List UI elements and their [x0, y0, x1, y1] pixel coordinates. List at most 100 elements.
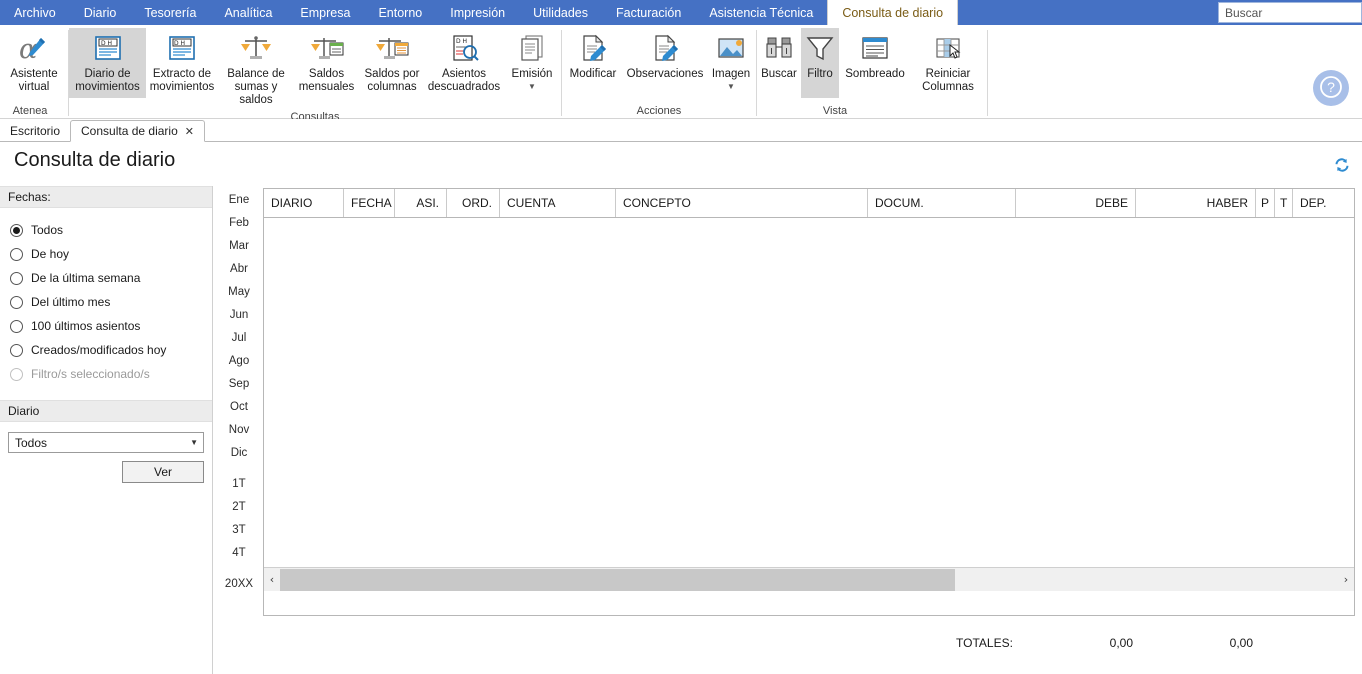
- ribbon-button-reiniciar-columnas[interactable]: Reiniciar Columnas: [912, 28, 984, 98]
- month-item-may[interactable]: May: [218, 280, 260, 303]
- ribbon-button-diario-de-movimientos[interactable]: D H Diario de movimientos: [69, 28, 146, 98]
- menu-item-impresion[interactable]: Impresión: [436, 0, 519, 25]
- search-box[interactable]: [1218, 2, 1362, 23]
- chevron-down-icon[interactable]: ▼: [190, 438, 198, 447]
- month-item-jul[interactable]: Jul: [218, 326, 260, 349]
- radio-option-filtros-seleccionados: Filtro/s seleccionado/s: [10, 362, 212, 386]
- quarter-item-1t[interactable]: 1T: [218, 472, 260, 495]
- ribbon-button-modificar[interactable]: Modificar: [562, 28, 624, 98]
- doc-tab-escritorio[interactable]: Escritorio: [0, 120, 70, 142]
- ribbon-button-buscar[interactable]: Buscar: [757, 28, 801, 98]
- document-pencil-icon: [648, 32, 682, 66]
- search-input[interactable]: [1219, 3, 1361, 22]
- grid-column-header-ord[interactable]: ORD.: [447, 189, 500, 217]
- quarter-item-3t[interactable]: 3T: [218, 518, 260, 541]
- grid-column-header-diario[interactable]: DIARIO: [264, 189, 344, 217]
- month-item-sep[interactable]: Sep: [218, 372, 260, 395]
- ribbon-button-filtro[interactable]: Filtro: [801, 28, 839, 98]
- radio-option-del-ultimo-mes[interactable]: Del último mes: [10, 290, 212, 314]
- grid-column-header-fecha[interactable]: FECHA: [344, 189, 395, 217]
- menu-item-diario[interactable]: Diario: [70, 0, 131, 25]
- grid-column-header-docum[interactable]: DOCUM.: [868, 189, 1016, 217]
- month-item-feb[interactable]: Feb: [218, 211, 260, 234]
- ribbon-button-imagen[interactable]: Imagen ▼: [706, 28, 756, 98]
- grid-column-header-debe[interactable]: DEBE: [1016, 189, 1136, 217]
- radio-label: Filtro/s seleccionado/s: [31, 367, 150, 381]
- close-icon[interactable]: ✕: [185, 125, 194, 138]
- ribbon-button-label: Diario de movimientos: [75, 68, 140, 93]
- menu-item-entorno[interactable]: Entorno: [364, 0, 436, 25]
- month-item-oct[interactable]: Oct: [218, 395, 260, 418]
- quarter-item-4t[interactable]: 4T: [218, 541, 260, 564]
- menu-item-analitica[interactable]: Analítica: [210, 0, 286, 25]
- radio-option-todos[interactable]: Todos: [10, 218, 212, 242]
- radio-option-100-ultimos-asientos[interactable]: 100 últimos asientos: [10, 314, 212, 338]
- month-item-nov[interactable]: Nov: [218, 418, 260, 441]
- menu-item-facturacion[interactable]: Facturación: [602, 0, 695, 25]
- dates-radio-group: Todos De hoy De la última semana Del últ…: [0, 208, 212, 392]
- grid-column-header-cuenta[interactable]: CUENTA: [500, 189, 616, 217]
- ribbon-button-emision[interactable]: Emisión ▼: [503, 28, 561, 98]
- menu-item-utilidades[interactable]: Utilidades: [519, 0, 602, 25]
- scroll-right-icon[interactable]: ›: [1338, 569, 1354, 591]
- month-item-dic[interactable]: Dic: [218, 441, 260, 464]
- ver-button[interactable]: Ver: [122, 461, 204, 483]
- ribbon-separator: [987, 30, 988, 116]
- ribbon-button-sombreado[interactable]: Sombreado: [839, 28, 911, 98]
- menu-item-tesoreria[interactable]: Tesorería: [130, 0, 210, 25]
- grid-horizontal-scrollbar[interactable]: ‹ ›: [264, 567, 1354, 591]
- menu-item-asistencia-tecnica[interactable]: Asistencia Técnica: [695, 0, 827, 25]
- month-item-mar[interactable]: Mar: [218, 234, 260, 257]
- ribbon-group-consultas: D H Diario de movimientos D H Extracto d…: [69, 25, 561, 123]
- chevron-down-icon[interactable]: ▼: [727, 82, 735, 91]
- reset-columns-icon: [931, 32, 965, 66]
- grid-column-header-p[interactable]: P: [1256, 189, 1275, 217]
- month-item-abr[interactable]: Abr: [218, 257, 260, 280]
- month-rail: Ene Feb Mar Abr May Jun Jul Ago Sep Oct …: [218, 188, 260, 603]
- doc-tab-consulta-de-diario[interactable]: Consulta de diario ✕: [70, 120, 205, 142]
- document-magnifier-icon: D H: [447, 32, 481, 66]
- ribbon-button-asistente-virtual[interactable]: α Asistente virtual: [0, 28, 68, 98]
- scrollbar-thumb[interactable]: [280, 568, 955, 591]
- radio-option-creados-modificados-hoy[interactable]: Creados/modificados hoy: [10, 338, 212, 362]
- radio-option-de-la-ultima-semana[interactable]: De la última semana: [10, 266, 212, 290]
- help-button[interactable]: ?: [1313, 70, 1349, 106]
- ribbon-button-label: Saldos por columnas: [364, 68, 420, 93]
- ribbon-button-label: Extracto de movimientos: [149, 68, 215, 93]
- scroll-left-icon[interactable]: ‹: [264, 569, 280, 591]
- document-pencil-icon: [576, 32, 610, 66]
- ribbon-button-observaciones[interactable]: Observaciones: [624, 28, 706, 98]
- binoculars-icon: [762, 32, 796, 66]
- svg-text:D H: D H: [174, 40, 185, 47]
- refresh-button[interactable]: [1332, 156, 1352, 176]
- title-divider: [0, 182, 1362, 183]
- ribbon-button-saldos-por-columnas[interactable]: Saldos por columnas: [359, 28, 425, 98]
- diario-select[interactable]: Todos ▼: [8, 432, 204, 453]
- chevron-down-icon[interactable]: ▼: [528, 82, 536, 91]
- ribbon-button-saldos-mensuales[interactable]: Saldos mensuales: [294, 28, 359, 98]
- radio-icon: [10, 295, 23, 309]
- grid-column-header-asi[interactable]: ASI.: [395, 189, 447, 217]
- month-item-jun[interactable]: Jun: [218, 303, 260, 326]
- menu-item-archivo[interactable]: Archivo: [0, 0, 70, 25]
- menu-item-consulta-de-diario[interactable]: Consulta de diario: [827, 0, 959, 25]
- documents-stack-icon: [515, 32, 549, 66]
- quarter-item-2t[interactable]: 2T: [218, 495, 260, 518]
- radio-option-de-hoy[interactable]: De hoy: [10, 242, 212, 266]
- grid-column-header-concepto[interactable]: CONCEPTO: [616, 189, 868, 217]
- month-item-ago[interactable]: Ago: [218, 349, 260, 372]
- year-item[interactable]: 20XX: [218, 572, 260, 595]
- totals-row: TOTALES: 0,00 0,00: [263, 634, 1355, 656]
- ribbon-button-asientos-descuadrados[interactable]: D H Asientos descuadrados: [425, 28, 503, 98]
- menu-item-empresa[interactable]: Empresa: [286, 0, 364, 25]
- grid-column-header-t[interactable]: T: [1275, 189, 1293, 217]
- ribbon-button-extracto-de-movimientos[interactable]: D H Extracto de movimientos: [146, 28, 218, 98]
- ribbon-button-label: Observaciones: [626, 68, 704, 80]
- ribbon-group-vista: Buscar Filtro Sombreado Reiniciar Column…: [757, 25, 987, 119]
- grid-column-header-haber[interactable]: HABER: [1136, 189, 1256, 217]
- scrollbar-track[interactable]: [280, 568, 1338, 591]
- ribbon-button-balance-de-sumas-y-saldos[interactable]: Balance de sumas y saldos: [218, 28, 294, 107]
- radio-label: De la última semana: [31, 271, 141, 285]
- month-item-ene[interactable]: Ene: [218, 188, 260, 211]
- grid-column-header-dep[interactable]: DEP.: [1293, 189, 1354, 217]
